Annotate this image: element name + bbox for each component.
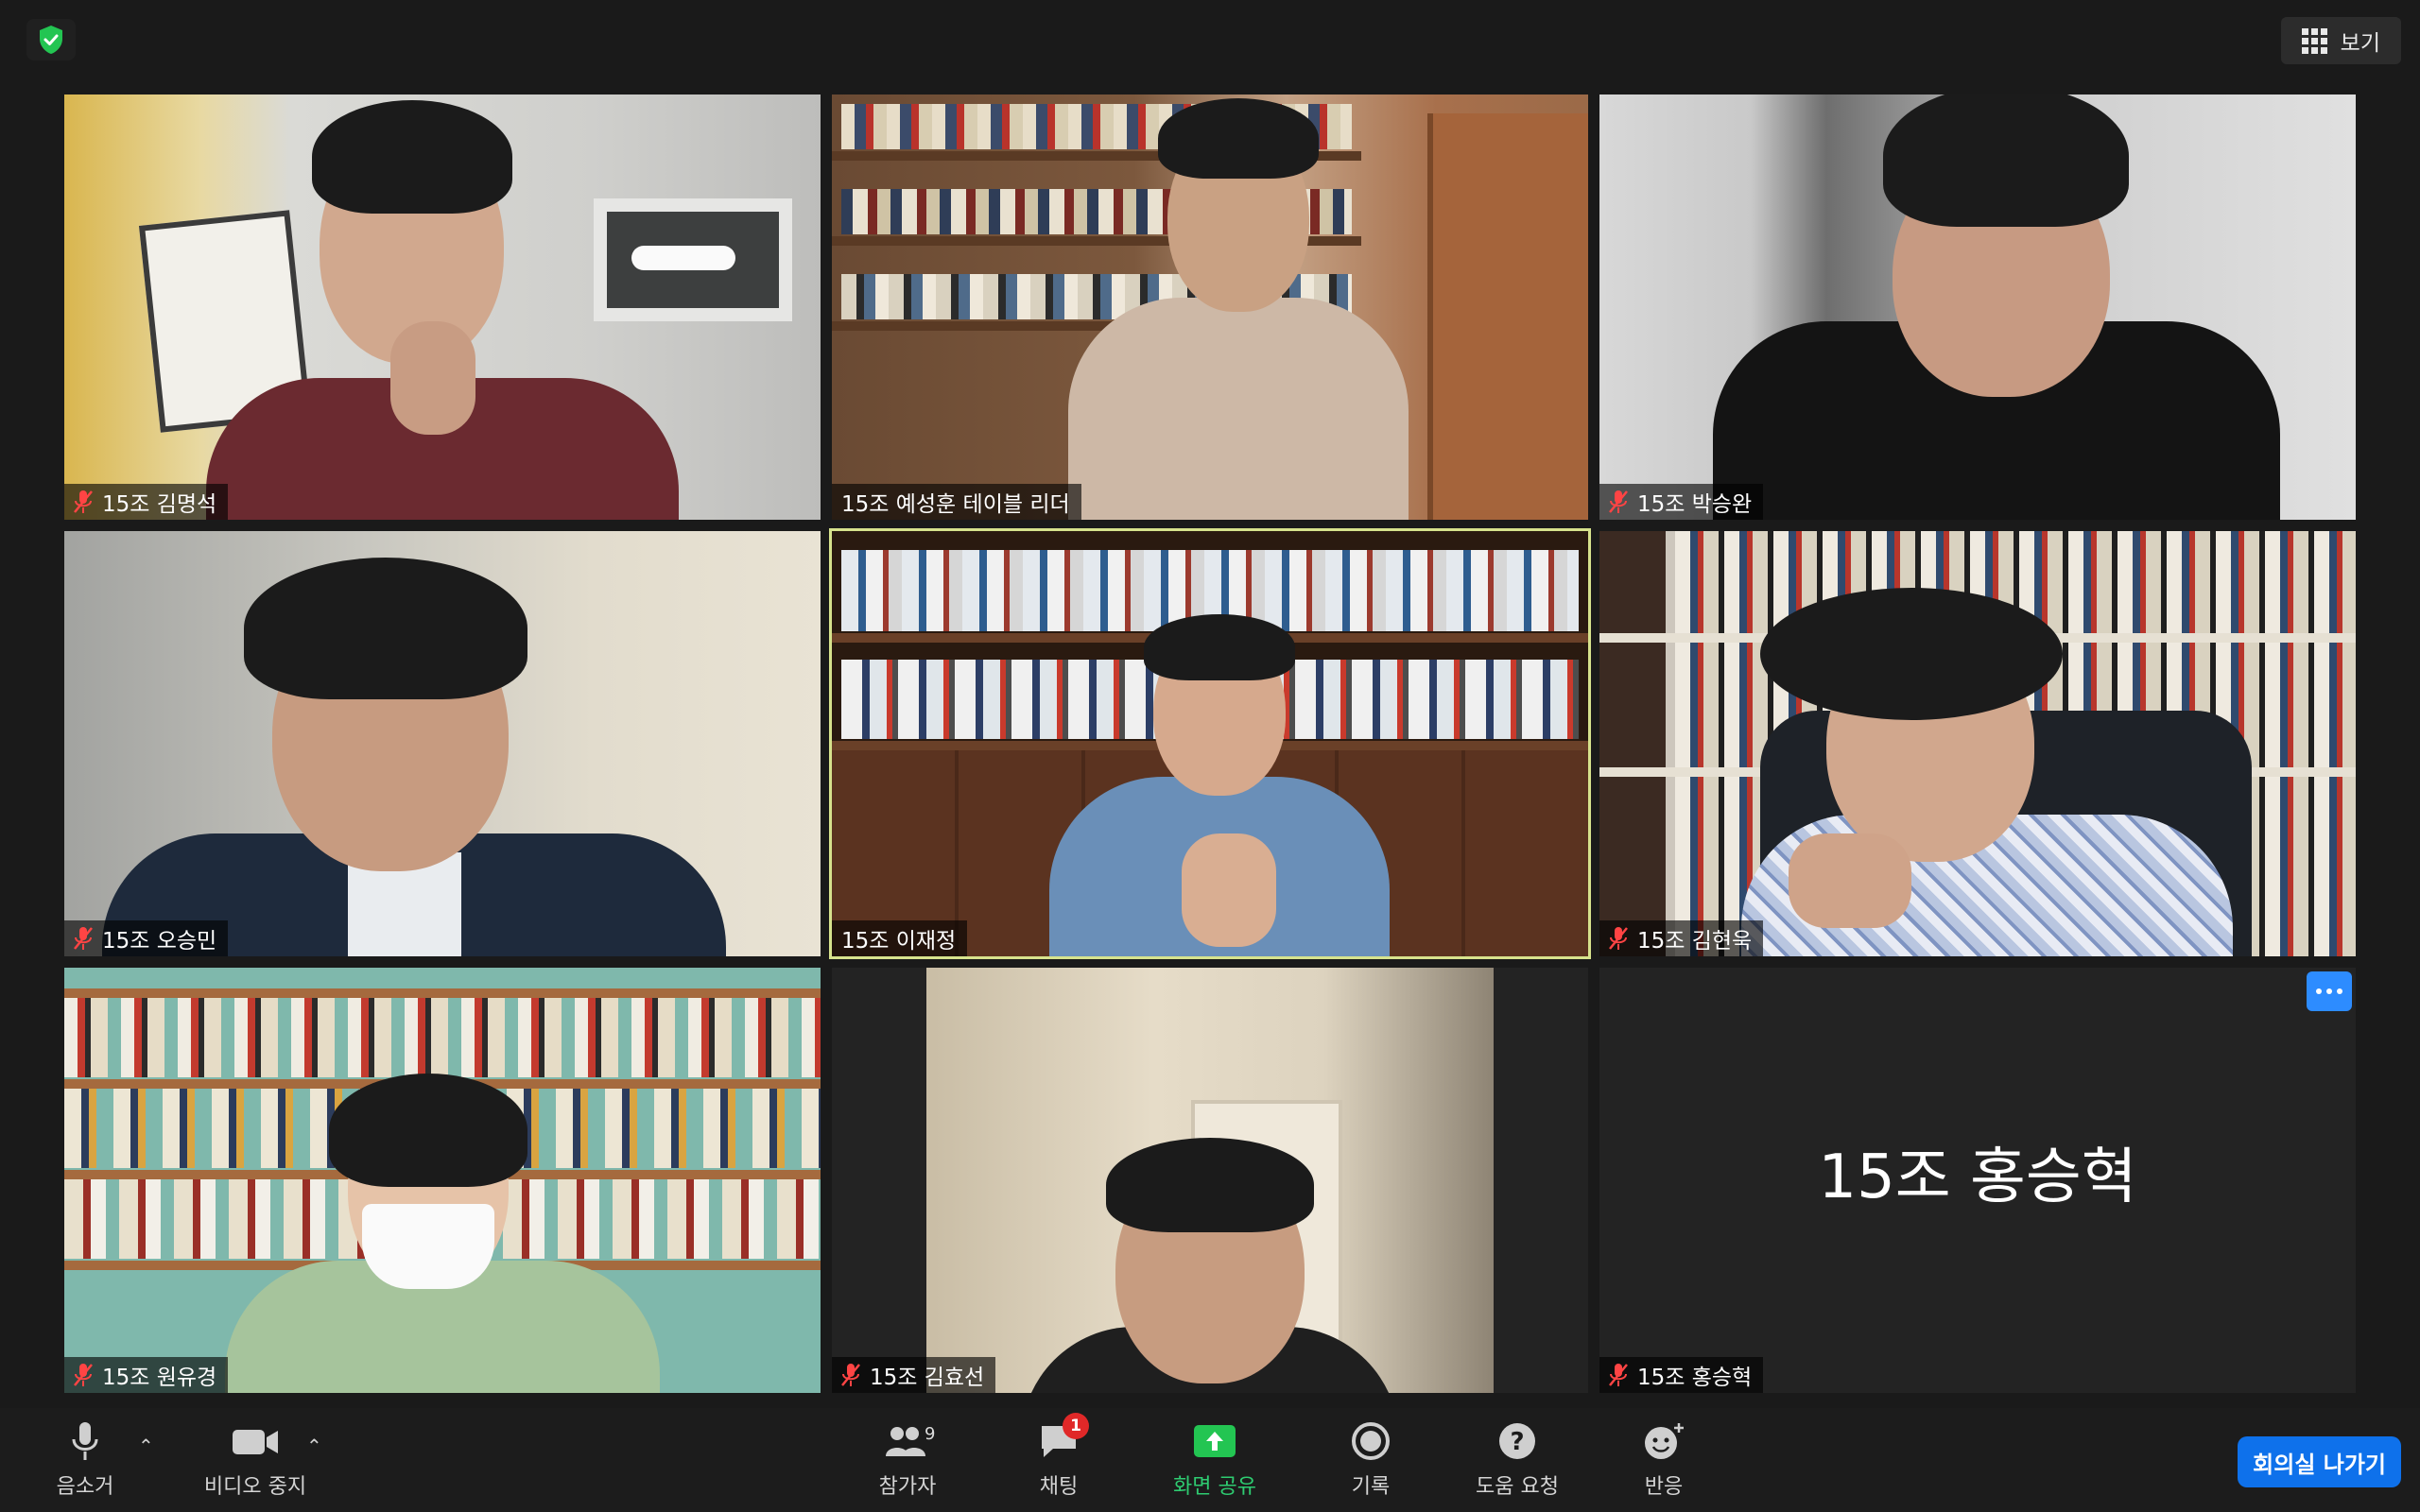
- participant-name-tag: 15조 김명석: [64, 484, 229, 520]
- participant-name-tag: 15조 이재정: [832, 920, 968, 956]
- muted-mic-icon: [74, 490, 93, 513]
- video-tile-9-video-off[interactable]: 15조 홍승혁 15조 홍승혁: [1599, 968, 2356, 1393]
- participant-name: 15조 원유경: [102, 1366, 217, 1390]
- chat-unread-badge: 1: [1063, 1413, 1089, 1439]
- ask-for-help-label: 도움 요청: [1476, 1475, 1559, 1499]
- muted-mic-icon: [1609, 1364, 1628, 1386]
- video-tile-3[interactable]: 15조 박승완: [1599, 94, 2356, 520]
- help-question-icon: ?: [1493, 1418, 1542, 1464]
- video-options-caret-icon[interactable]: ⌃: [306, 1435, 322, 1457]
- share-screen-button[interactable]: 화면 공유: [1158, 1418, 1271, 1507]
- reactions-label: 반응: [1644, 1475, 1684, 1499]
- view-button[interactable]: 보기: [2280, 17, 2401, 64]
- video-tile-5-active-speaker[interactable]: 15조 이재정: [829, 528, 1591, 959]
- more-options-button[interactable]: [2307, 971, 2352, 1011]
- participant-name-tag: 15조 박승완: [1599, 484, 1764, 520]
- reaction-smiley-icon: [1639, 1418, 1688, 1464]
- muted-mic-icon: [1609, 927, 1628, 950]
- participant-name-tag: 15조 예성훈 테이블 리더: [832, 484, 1081, 520]
- video-tile-4[interactable]: 15조 오승민: [64, 531, 821, 956]
- grid-icon: [2301, 27, 2327, 54]
- share-screen-label: 화면 공유: [1173, 1475, 1256, 1499]
- participant-name-tag: 15조 김현욱: [1599, 920, 1764, 956]
- participant-name: 15조 오승민: [102, 929, 217, 954]
- participants-label: 참가자: [878, 1475, 937, 1499]
- participant-name: 15조 홍승혁: [1637, 1366, 1753, 1390]
- record-button[interactable]: 기록: [1333, 1418, 1409, 1507]
- svg-text:?: ?: [1510, 1428, 1524, 1456]
- video-tile-6[interactable]: 15조 김현욱: [1599, 531, 2356, 956]
- mute-label: 음소거: [56, 1475, 114, 1499]
- video-tile-1[interactable]: 15조 김명석: [64, 94, 821, 520]
- chat-button[interactable]: 1 채팅: [1021, 1413, 1097, 1507]
- mute-button[interactable]: 음소거: [47, 1418, 123, 1507]
- muted-mic-icon: [74, 927, 93, 950]
- participant-name-tag: 15조 원유경: [64, 1357, 229, 1393]
- share-screen-icon: [1190, 1418, 1239, 1464]
- participant-name: 15조 예성훈 테이블 리더: [841, 492, 1070, 517]
- chat-bubble-icon: 1: [1034, 1413, 1089, 1464]
- participant-name-tag: 15조 오승민: [64, 920, 229, 956]
- participant-name: 15조 박승완: [1637, 492, 1753, 517]
- security-shield-icon[interactable]: [26, 19, 76, 60]
- participant-name: 15조 김현욱: [1637, 929, 1753, 954]
- participant-name: 15조 김명석: [102, 492, 217, 517]
- participant-name: 15조 이재정: [841, 929, 957, 954]
- participants-icon: 9: [883, 1418, 936, 1464]
- participant-name: 15조 김효선: [870, 1366, 985, 1390]
- ask-for-help-button[interactable]: ? 도움 요청: [1465, 1418, 1569, 1507]
- view-button-label: 보기: [2340, 31, 2380, 56]
- stop-video-button[interactable]: 비디오 중지: [194, 1418, 317, 1507]
- microphone-icon: [60, 1418, 110, 1464]
- video-tile-2[interactable]: 15조 예성훈 테이블 리더: [832, 94, 1588, 520]
- participants-button[interactable]: 9 참가자: [865, 1418, 950, 1507]
- audio-options-caret-icon[interactable]: ⌃: [138, 1435, 154, 1457]
- participant-name-tag: 15조 김효선: [832, 1357, 996, 1393]
- muted-mic-icon: [841, 1364, 860, 1386]
- participant-name-tag: 15조 홍승혁: [1599, 1357, 1764, 1393]
- muted-mic-icon: [74, 1364, 93, 1386]
- record-icon: [1346, 1418, 1395, 1464]
- stop-video-label: 비디오 중지: [203, 1475, 307, 1499]
- meeting-toolbar: 음소거 ⌃ 비디오 중지 ⌃ 9 참가자 1 채팅 화면 공유 기록 ? 도움 …: [0, 1408, 2420, 1512]
- participant-count: 9: [925, 1424, 936, 1444]
- video-tile-7[interactable]: 15조 원유경: [64, 968, 821, 1393]
- chat-label: 채팅: [1039, 1475, 1079, 1499]
- video-off-name: 15조 홍승혁: [1818, 1143, 2137, 1212]
- record-label: 기록: [1351, 1475, 1391, 1499]
- leave-breakout-room-button[interactable]: 회의실 나가기: [2238, 1436, 2401, 1487]
- video-tile-8[interactable]: 15조 김효선: [832, 968, 1588, 1393]
- video-camera-icon: [231, 1418, 280, 1464]
- reactions-button[interactable]: 반응: [1626, 1418, 1702, 1507]
- muted-mic-icon: [1609, 490, 1628, 513]
